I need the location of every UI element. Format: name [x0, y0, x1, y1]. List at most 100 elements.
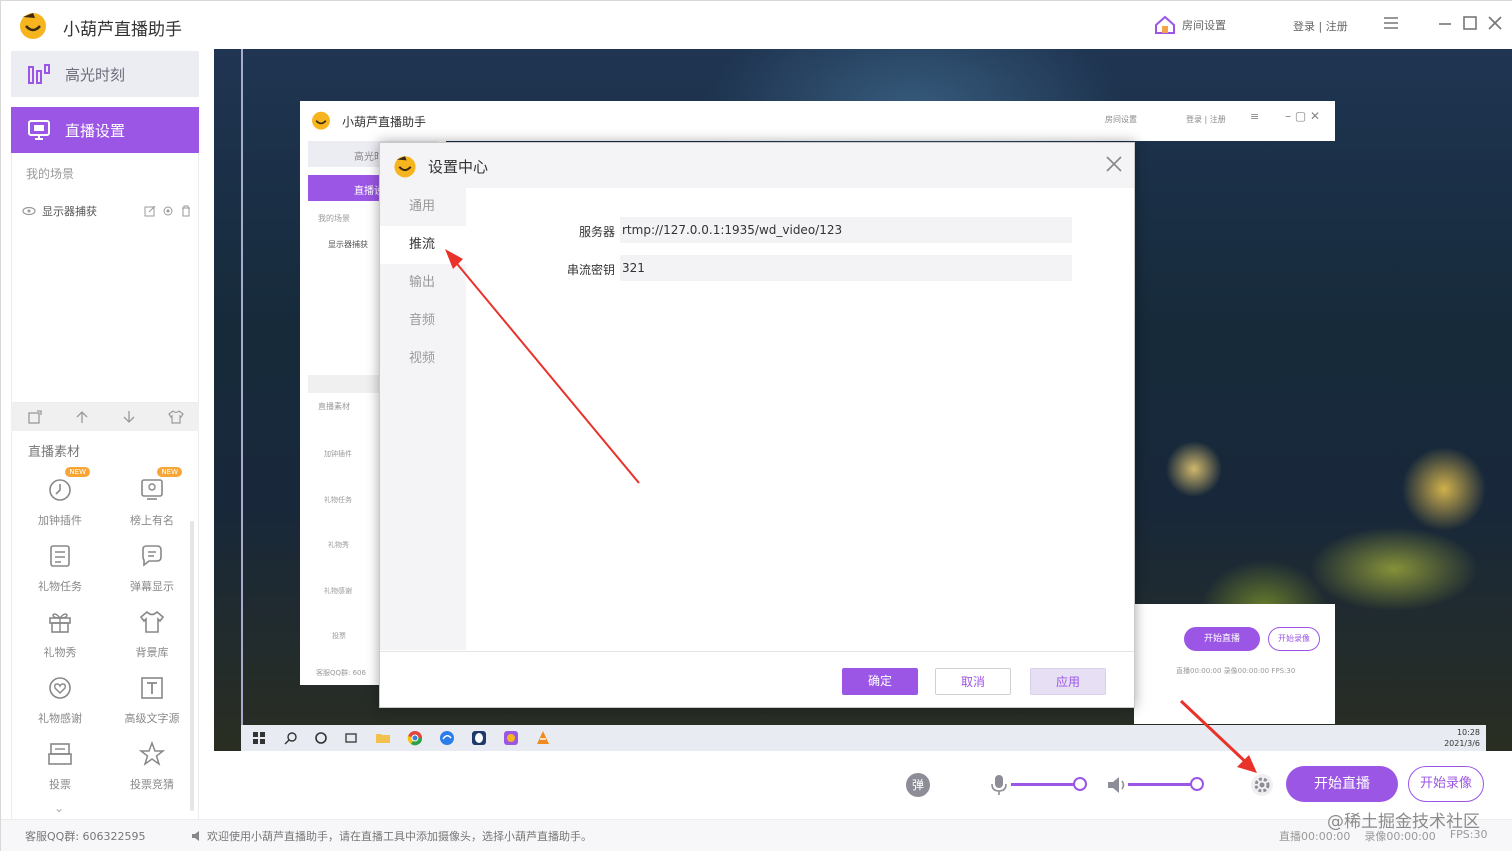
apply-button[interactable]: 应用: [1030, 668, 1106, 695]
announcement-icon: [192, 831, 199, 841]
nested-menu-icon: ≡: [1250, 110, 1260, 123]
settings-icon[interactable]: [162, 205, 174, 217]
nested-login: 登录 | 注册: [1186, 115, 1226, 124]
nested-material: 礼物感谢: [324, 587, 352, 595]
heart-gift-icon: [49, 677, 71, 699]
clock-plugin-icon: [49, 479, 71, 501]
menu-icon[interactable]: [1381, 13, 1401, 33]
server-label: 服务器: [578, 225, 615, 239]
arrow-down-icon[interactable]: [121, 409, 137, 425]
nav-live-label: 直播设置: [65, 121, 126, 140]
nav-highlight-label: 高光时刻: [65, 65, 126, 84]
nested-materials-title: 直播素材: [318, 402, 350, 411]
add-scene-icon[interactable]: [27, 409, 43, 425]
chevron-down-icon[interactable]: ⌄: [54, 801, 64, 815]
welcome-text: 欢迎使用小葫芦直播助手，请在直播工具中添加摄像头，选择小葫芦直播助手。: [207, 830, 592, 843]
shirt-icon: [139, 610, 165, 633]
tab-general[interactable]: 通用: [380, 188, 466, 226]
star-vote-icon: [138, 740, 166, 766]
materials-title: 直播素材: [28, 445, 81, 460]
material-gift-show[interactable]: 礼物秀: [20, 609, 100, 669]
task-view-icon: [345, 733, 357, 743]
trash-icon[interactable]: [180, 205, 192, 217]
material-leaderboard[interactable]: NEW 榜上有名: [112, 467, 192, 537]
tab-output[interactable]: 输出: [380, 264, 466, 302]
material-danmaku[interactable]: 弹幕显示: [112, 543, 192, 603]
mic-volume-knob[interactable]: [1073, 777, 1087, 791]
nested-start-record: 开始录像: [1268, 627, 1320, 651]
chrome-icon: [407, 731, 423, 746]
material-vote[interactable]: 投票: [20, 741, 100, 801]
room-settings-button[interactable]: 房间设置: [1154, 15, 1226, 35]
status-bar: 客服QQ群: 606322595 欢迎使用小葫芦直播助手，请在直播工具中添加摄像…: [1, 819, 1512, 851]
material-text-source[interactable]: 高级文字源: [112, 675, 192, 735]
minimize-icon[interactable]: [1435, 13, 1455, 33]
material-clock-plugin[interactable]: NEW 加钟插件: [20, 467, 100, 537]
nested-controls: 开始直播 开始录像 直播00:00:00 录像00:00:00 FPS:30: [1134, 604, 1335, 724]
browser-icon: [440, 731, 454, 745]
scene-toolbar: [11, 403, 199, 431]
edit-icon[interactable]: [144, 205, 156, 217]
tab-audio[interactable]: 音频: [380, 302, 466, 340]
tab-stream[interactable]: 推流: [380, 226, 466, 264]
ok-button[interactable]: 确定: [842, 668, 918, 695]
speaker-icon[interactable]: [1106, 773, 1128, 797]
leaderboard-icon: [141, 479, 163, 500]
gift-task-icon: [50, 545, 70, 567]
gourd-logo-icon: [20, 13, 46, 39]
cancel-button[interactable]: 取消: [935, 668, 1011, 695]
material-label: 礼物感谢: [38, 712, 82, 725]
material-gift-task[interactable]: 礼物任务: [20, 543, 100, 603]
control-bar: 弹 开始直播 开始录像: [214, 751, 1512, 819]
eye-icon[interactable]: [22, 206, 36, 216]
dialog-title: 设置中心: [428, 158, 489, 176]
nested-start-live: 开始直播: [1184, 627, 1260, 651]
material-label: 投票: [49, 778, 71, 791]
danmaku-button[interactable]: 弹: [906, 773, 930, 797]
nav-highlight-moments[interactable]: 高光时刻: [11, 51, 199, 97]
app-title: 小葫芦直播助手: [63, 20, 182, 40]
nested-window-controls-icon: – ▢ ✕: [1285, 109, 1321, 123]
maximize-icon[interactable]: [1460, 13, 1480, 33]
material-gift-thanks[interactable]: 礼物感谢: [20, 675, 100, 735]
nested-my-scenes: 我的场景: [318, 214, 350, 223]
speaker-volume-knob[interactable]: [1190, 777, 1204, 791]
close-icon[interactable]: [1485, 13, 1505, 33]
start-live-button[interactable]: 开始直播: [1286, 766, 1398, 802]
mic-volume-slider[interactable]: [1011, 783, 1079, 786]
shirt-icon[interactable]: [167, 409, 184, 425]
nested-app-title: 小葫芦直播助手: [342, 115, 427, 129]
new-badge: NEW: [65, 467, 90, 477]
material-label: 榜上有名: [130, 514, 174, 527]
close-icon[interactable]: [1104, 154, 1124, 174]
tab-video[interactable]: 视频: [380, 340, 466, 378]
taskbar-time: 10:28: [1456, 728, 1480, 737]
material-background[interactable]: 背景库: [112, 609, 192, 669]
scene-item[interactable]: 显示器捕获: [22, 201, 192, 221]
login-register-link[interactable]: 登录 | 注册: [1293, 18, 1348, 34]
nested-material: 投票: [332, 632, 346, 640]
material-label: 加钟插件: [38, 514, 82, 527]
material-label: 弹幕显示: [130, 580, 174, 593]
arrow-up-icon[interactable]: [74, 409, 90, 425]
qq-group-text: 客服QQ群: 606322595: [25, 830, 146, 843]
room-settings-label: 房间设置: [1182, 19, 1226, 32]
start-record-button[interactable]: 开始录像: [1408, 766, 1484, 802]
materials-scrollbar[interactable]: [190, 521, 194, 811]
material-label: 礼物任务: [38, 580, 82, 593]
gourd-logo-icon: [312, 111, 330, 130]
stream-key-input[interactable]: 321: [620, 255, 1072, 281]
gear-icon[interactable]: [1250, 773, 1274, 797]
server-input[interactable]: rtmp://127.0.0.1:1935/wd_video/123: [620, 217, 1072, 243]
dialog-header: 设置中心: [380, 143, 1134, 188]
speaker-volume-slider[interactable]: [1128, 783, 1196, 786]
windows-taskbar: 10:28 2021/3/6: [241, 725, 1486, 751]
microphone-icon[interactable]: [989, 773, 1009, 797]
title-bar: 小葫芦直播助手 房间设置 登录 | 注册: [1, 1, 1512, 49]
watermark-text: @稀土掘金技术社区: [1327, 812, 1480, 832]
text-source-icon: [141, 677, 163, 699]
nested-room-settings: 房间设置: [1105, 115, 1137, 124]
nested-material: 礼物秀: [328, 541, 349, 549]
material-star-vote[interactable]: 投票竞猜: [112, 740, 192, 801]
nav-live-settings[interactable]: 直播设置: [11, 107, 199, 153]
